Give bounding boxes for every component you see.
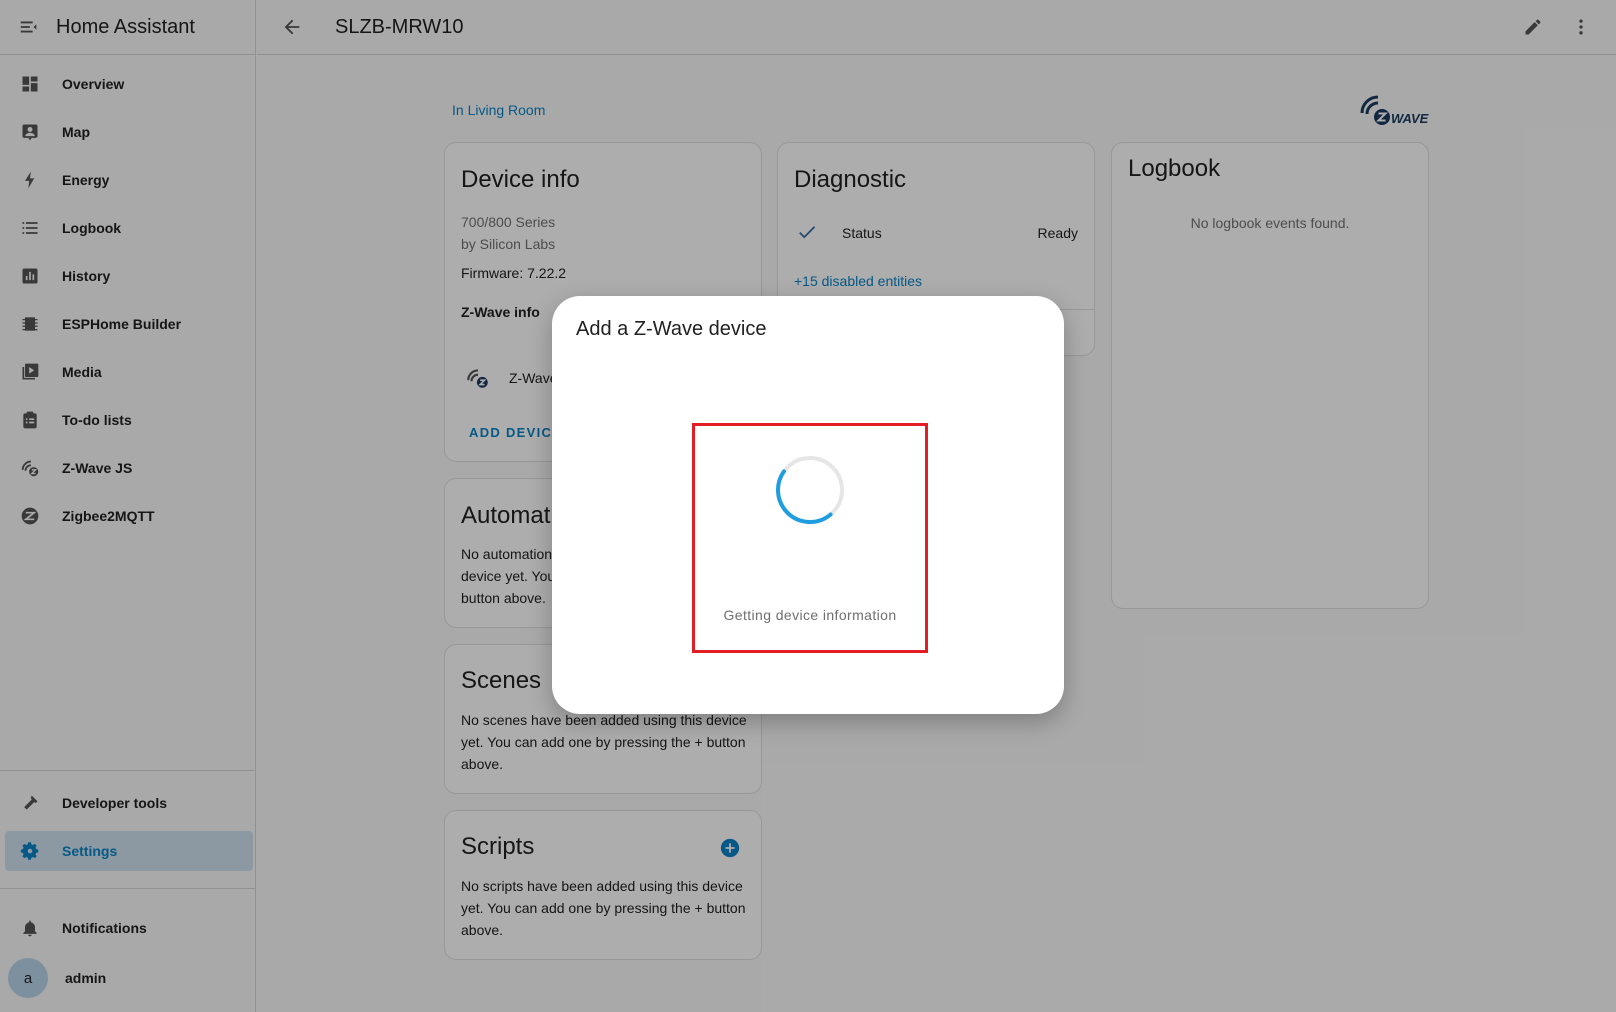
loading-status-text: Getting device information: [723, 607, 897, 623]
loading-spinner-icon: [776, 456, 844, 524]
highlight-box: Getting device information: [692, 423, 928, 653]
dialog-title: Add a Z-Wave device: [576, 318, 767, 340]
add-zwave-device-dialog: Add a Z-Wave device Getting device infor…: [552, 296, 1064, 714]
